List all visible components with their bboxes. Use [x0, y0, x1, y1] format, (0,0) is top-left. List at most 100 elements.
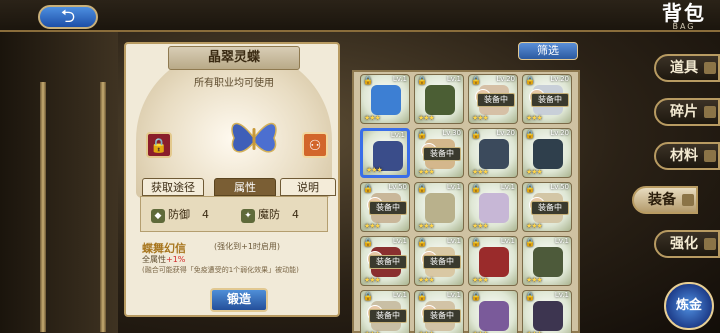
stat-defense: ◆ 防御 4 — [151, 206, 209, 223]
star-rating: ★★★ — [364, 276, 381, 284]
sidebar-item-4[interactable]: 强化 — [654, 230, 720, 258]
lock-icon: 🔒 — [363, 76, 373, 85]
skill-effect-value: +1% — [166, 255, 186, 264]
equipment-slot[interactable]: 🔒 Lv.20 ★★★ — [522, 128, 572, 178]
equipment-slot[interactable]: 🔒Lv.1★★★ — [414, 182, 464, 232]
lock-icon: 🔒 — [525, 184, 535, 193]
tab-attributes[interactable]: 属性 — [214, 178, 276, 196]
equipped-badge: 装备中 — [369, 309, 407, 323]
equipment-image — [425, 85, 455, 115]
lock-icon: 🔒 — [525, 130, 535, 139]
share-icon: ⚇ — [308, 138, 322, 154]
equipment-slot[interactable]: 🔒 Lv.20 装备中 ★★★ — [468, 74, 518, 124]
equipment-image — [533, 139, 563, 169]
lock-icon: 🔒 — [525, 238, 535, 247]
level-label: Lv.30 — [442, 129, 461, 137]
sidebar-item-0[interactable]: 道具 — [654, 54, 720, 82]
equipment-slot[interactable]: 🔒Lv.1★★★ — [522, 236, 572, 286]
star-rating: ★★★ — [418, 114, 435, 122]
sidebar-item-3[interactable]: 装备 — [632, 186, 698, 214]
star-rating: ★★★ — [472, 222, 489, 230]
alchemy-button[interactable]: 炼金 — [664, 282, 714, 330]
lock-icon: 🔒 — [417, 130, 427, 139]
equipment-slot[interactable]: 🔒 Lv.50 装备中 ★★★ — [360, 182, 410, 232]
star-rating: ★★★ — [526, 168, 543, 176]
lock-icon: 🔒 — [417, 76, 427, 85]
level-label: Lv.1 — [390, 131, 405, 139]
top-bar — [0, 0, 720, 32]
star-rating: ★★★ — [418, 222, 435, 230]
equipment-slot[interactable]: Lv.1 ★★★ — [360, 128, 410, 178]
equipment-slot[interactable]: 🔒Lv.1★★★ — [468, 236, 518, 286]
tab-description[interactable]: 说明 — [280, 178, 336, 196]
equipped-badge: 装备中 — [369, 201, 407, 215]
item-name: 晶翠灵蝶 — [168, 46, 300, 70]
equipment-image — [533, 247, 563, 277]
equipment-grid: 🔒 Lv.1 ★★★ 🔒 Lv.1 ★★★ 🔒 Lv.20 装备中 ★★★ 🔒 Lv.20 装备中 ★★★… — [352, 70, 580, 333]
share-button[interactable]: ⚇ — [302, 132, 328, 158]
pillar-right — [100, 82, 106, 332]
level-label: Lv.1 — [446, 291, 461, 299]
lock-icon: 🔒 — [363, 292, 373, 301]
butterfly-icon — [231, 123, 277, 153]
lock-icon: 🔒 — [417, 292, 427, 301]
equipment-slot[interactable]: 🔒Lv.1★★★ — [468, 182, 518, 232]
stats-box: ◆ 防御 4 ✦ 魔防 4 — [140, 196, 328, 232]
sidebar-item-1[interactable]: 碎片 — [654, 98, 720, 126]
equipment-slot[interactable]: 🔒Lv.1装备中★★★ — [360, 236, 410, 286]
equipment-slot[interactable]: 🔒★★★ — [468, 290, 518, 333]
page-title: 背包 — [662, 1, 706, 25]
sidebar-item-label: 强化 — [670, 236, 698, 252]
lock-icon: 🔒 — [363, 238, 373, 247]
back-button[interactable]: ⮌ — [38, 5, 98, 29]
level-label: Lv.20 — [550, 75, 569, 83]
sidebar-item-label: 道具 — [670, 60, 698, 76]
star-rating: ★★★ — [366, 166, 383, 174]
category-icon — [682, 194, 694, 206]
equipment-image — [425, 193, 455, 223]
equipment-slot[interactable]: 🔒Lv.1装备中★★★ — [360, 290, 410, 333]
sidebar-item-label: 碎片 — [670, 104, 698, 120]
level-label: Lv.1 — [446, 183, 461, 191]
lock-button[interactable]: 🔒 — [146, 132, 172, 158]
lock-icon: 🔒 — [471, 130, 481, 139]
equipment-image — [479, 139, 509, 169]
lock-icon: 🔒 — [417, 238, 427, 247]
lock-icon: 🔒 — [150, 138, 168, 154]
equipment-slot[interactable]: 🔒 Lv.30 装备中 ★★★ — [414, 128, 464, 178]
filter-button[interactable]: 筛选 — [518, 42, 578, 60]
equipment-slot[interactable]: 🔒Lv.1★★★ — [522, 290, 572, 333]
level-label: Lv.1 — [554, 291, 569, 299]
tab-source[interactable]: 获取途径 — [142, 178, 204, 196]
back-arrow-icon: ⮌ — [60, 6, 76, 27]
level-label: Lv.1 — [500, 237, 515, 245]
forge-button[interactable]: 锻造 — [210, 288, 268, 312]
stat-magic-defense-value: 4 — [292, 208, 299, 221]
star-rating: ★★★ — [472, 168, 489, 176]
star-rating: ★★★ — [472, 276, 489, 284]
equipment-slot[interactable]: 🔒 Lv.50 装备中 ★★★ — [522, 182, 572, 232]
equipment-slot[interactable]: 🔒 Lv.20 装备中 ★★★ — [522, 74, 572, 124]
level-label: Lv.50 — [550, 183, 569, 191]
equipment-slot[interactable]: 🔒Lv.1★★★ — [360, 74, 410, 124]
equipment-image — [533, 301, 563, 331]
star-rating: ★★★ — [364, 114, 381, 122]
category-icon — [704, 62, 716, 74]
level-label: Lv.1 — [446, 237, 461, 245]
sidebar-item-2[interactable]: 材料 — [654, 142, 720, 170]
equipment-slot[interactable]: 🔒 Lv.20 ★★★ — [468, 128, 518, 178]
item-showcase — [136, 50, 332, 198]
level-label: Lv.1 — [446, 75, 461, 83]
lock-icon: 🔒 — [525, 76, 535, 85]
equipment-slot[interactable]: 🔒 Lv.1 ★★★ — [414, 74, 464, 124]
equipment-slot[interactable]: 🔒Lv.1装备中★★★ — [414, 236, 464, 286]
equipped-badge: 装备中 — [531, 201, 569, 215]
level-label: Lv.20 — [550, 129, 569, 137]
sidebar-item-label: 装备 — [648, 192, 676, 208]
equipment-image — [479, 301, 509, 331]
left-decoration — [0, 32, 118, 333]
equipment-image — [371, 85, 401, 115]
equipment-slot[interactable]: 🔒Lv.1装备中★★★ — [414, 290, 464, 333]
skill-effect-label: 全属性 — [142, 255, 166, 264]
level-label: Lv.20 — [496, 129, 515, 137]
